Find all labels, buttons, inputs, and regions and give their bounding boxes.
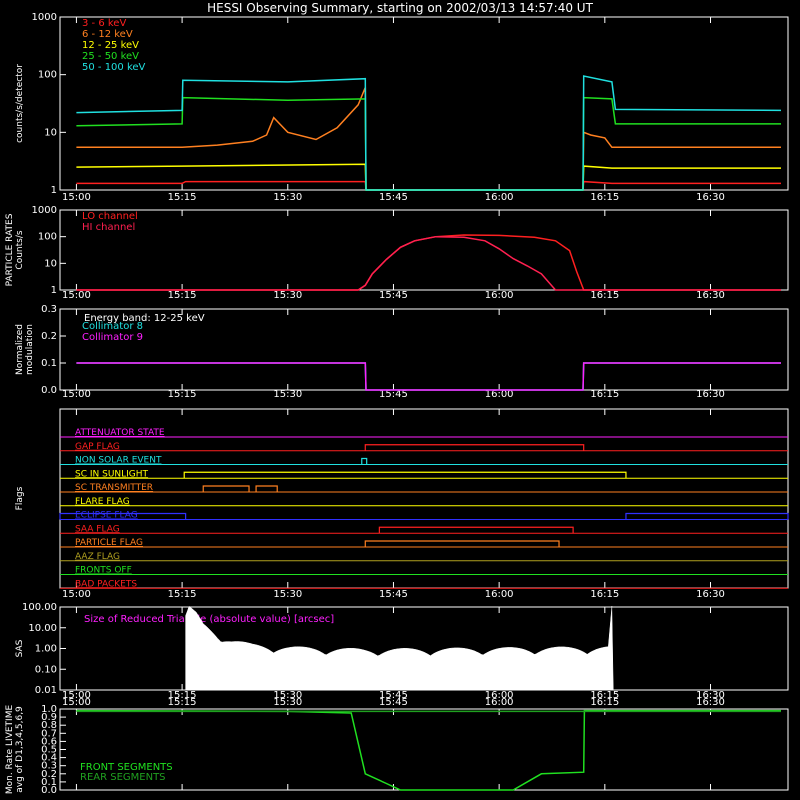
y-axis-label: SAS bbox=[15, 639, 25, 657]
y-axis-label: Normalized bbox=[15, 324, 25, 375]
y-tick-label: 10 bbox=[44, 127, 57, 138]
y-axis-label: avg of D1,3,4,5,6,9 bbox=[15, 706, 25, 793]
x-tick-label: 16:30 bbox=[696, 389, 725, 400]
flag-label: ECLIPSE FLAG bbox=[75, 511, 138, 521]
x-tick-label: 16:15 bbox=[590, 389, 619, 400]
x-tick-label: 15:30 bbox=[273, 389, 302, 400]
y-tick-label: 0.1 bbox=[41, 358, 57, 369]
x-tick-label: 15:15 bbox=[168, 389, 197, 400]
x-tick-label: 16:00 bbox=[485, 192, 514, 203]
legend-entry: 50 - 100 keV bbox=[82, 62, 146, 73]
y-tick-label: 10 bbox=[44, 258, 57, 269]
y-axis-label: PARTICLE RATES bbox=[5, 213, 15, 286]
y-axis-label: Mon. Rate LIVETIME bbox=[5, 705, 15, 795]
x-tick-label: 15:00 bbox=[62, 389, 91, 400]
legend-entry: 3 - 6 keV bbox=[82, 18, 126, 29]
y-tick-label: 0.01 bbox=[35, 685, 57, 696]
flag-label: SAA FLAG bbox=[75, 524, 120, 534]
flag-label: PARTICLE FLAG bbox=[75, 538, 143, 548]
flag-label: NON SOLAR EVENT bbox=[75, 456, 162, 466]
y-tick-label: 1000 bbox=[32, 205, 57, 216]
y-tick-label: 1000 bbox=[32, 12, 57, 23]
x-tick-label: 16:00 bbox=[485, 290, 514, 301]
y-tick-label: 1.0 bbox=[41, 704, 57, 715]
x-tick-label: 15:30 bbox=[273, 697, 302, 708]
x-tick-label: 15:45 bbox=[379, 589, 408, 600]
y-tick-label: 1.00 bbox=[35, 644, 57, 655]
x-tick-label: 15:45 bbox=[379, 697, 408, 708]
x-tick-label: 16:15 bbox=[590, 697, 619, 708]
flag-label: GAP FLAG bbox=[75, 442, 120, 452]
y-tick-label: 0.2 bbox=[41, 331, 57, 342]
y-tick-label: 0.10 bbox=[35, 664, 57, 675]
flag-label: FRONTS OFF bbox=[75, 566, 132, 576]
x-tick-label: 15:00 bbox=[62, 589, 91, 600]
flag-label: AAZ FLAG bbox=[75, 552, 120, 562]
x-tick-label: 16:30 bbox=[696, 192, 725, 203]
x-tick-label: 15:00 bbox=[62, 192, 91, 203]
legend-entry: Collimator 8 bbox=[82, 321, 143, 332]
flag-label: SC TRANSMITTER bbox=[75, 483, 153, 493]
legend-entry: REAR SEGMENTS bbox=[80, 772, 166, 783]
x-tick-label: 15:15 bbox=[168, 589, 197, 600]
y-tick-label: 10.00 bbox=[28, 623, 57, 634]
x-tick-label: 16:15 bbox=[590, 290, 619, 301]
x-tick-label: 16:15 bbox=[590, 589, 619, 600]
legend-entry: 12 - 25 keV bbox=[82, 40, 139, 51]
x-tick-label: 16:00 bbox=[485, 697, 514, 708]
y-tick-label: 100.00 bbox=[22, 602, 57, 613]
x-tick-label: 16:00 bbox=[485, 589, 514, 600]
flag-label: BAD PACKETS bbox=[75, 579, 137, 589]
x-tick-label: 15:30 bbox=[273, 589, 302, 600]
y-axis-label: counts/s/detector bbox=[15, 64, 25, 143]
y-tick-label: 0.3 bbox=[41, 304, 57, 315]
x-tick-label: 15:15 bbox=[168, 192, 197, 203]
flag-label: FLARE FLAG bbox=[75, 497, 130, 507]
legend-entry: LO channel bbox=[82, 211, 138, 222]
y-axis-label: Flags bbox=[15, 486, 25, 510]
x-tick-label: 15:15 bbox=[168, 697, 197, 708]
y-tick-label: 100 bbox=[38, 70, 57, 81]
y-axis-label: Counts/s bbox=[15, 230, 25, 269]
x-tick-label: 15:15 bbox=[168, 290, 197, 301]
flag-label: ATTENUATOR STATE bbox=[75, 428, 165, 438]
x-tick-label: 16:30 bbox=[696, 697, 725, 708]
legend-entry: 6 - 12 keV bbox=[82, 29, 133, 40]
x-tick-label: 16:30 bbox=[696, 290, 725, 301]
y-tick-label: 0.0 bbox=[41, 385, 57, 396]
y-axis-label: modulation bbox=[25, 324, 35, 375]
hessi-summary-figure: HESSI Observing Summary, starting on 200… bbox=[0, 0, 800, 800]
x-tick-label: 15:00 bbox=[62, 290, 91, 301]
x-tick-label: 15:30 bbox=[273, 192, 302, 203]
x-tick-label: 16:30 bbox=[696, 589, 725, 600]
legend-entry: Collimator 9 bbox=[82, 332, 143, 343]
legend-entry: HI channel bbox=[82, 222, 135, 233]
x-tick-label: 15:45 bbox=[379, 290, 408, 301]
x-tick-label: 15:00 bbox=[62, 697, 91, 708]
y-tick-label: 1 bbox=[51, 285, 57, 296]
figure-title: HESSI Observing Summary, starting on 200… bbox=[207, 1, 593, 15]
x-tick-label: 16:15 bbox=[590, 192, 619, 203]
y-tick-label: 100 bbox=[38, 232, 57, 243]
sas-annotation: Size of Reduced Triangle (absolute value… bbox=[84, 614, 334, 625]
x-tick-label: 15:30 bbox=[273, 290, 302, 301]
legend-entry: 25 - 50 keV bbox=[82, 51, 139, 62]
x-tick-label: 15:45 bbox=[379, 192, 408, 203]
flag-label: SC IN SUNLIGHT bbox=[75, 469, 149, 479]
y-tick-label: 1 bbox=[51, 185, 57, 196]
